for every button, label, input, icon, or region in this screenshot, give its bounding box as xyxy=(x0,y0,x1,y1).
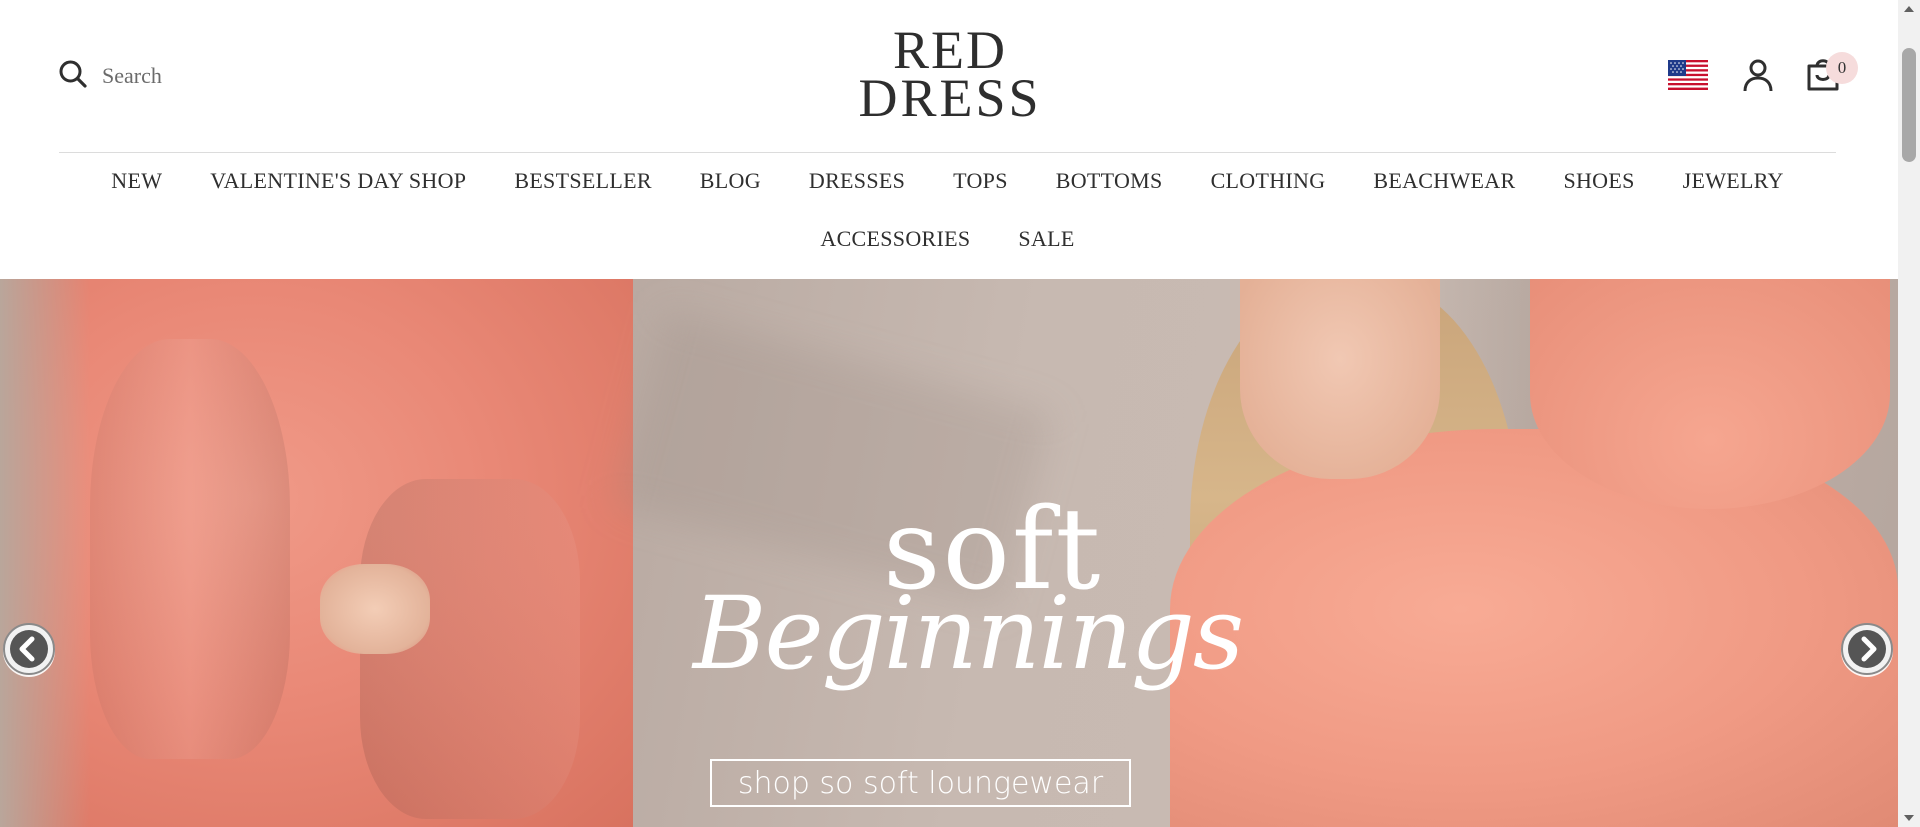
nav-item-beachwear[interactable]: BEACHWEAR xyxy=(1349,168,1539,194)
logo-line-1: RED xyxy=(893,20,1007,80)
nav-item-new[interactable]: NEW xyxy=(87,168,186,194)
logo-line-2: DRESS xyxy=(858,68,1042,128)
hero-image-left xyxy=(0,279,633,827)
main-nav: NEW VALENTINE'S DAY SHOP BESTSELLER BLOG… xyxy=(59,152,1836,268)
search-icon[interactable] xyxy=(58,59,88,94)
nav-item-clothing[interactable]: CLOTHING xyxy=(1187,168,1350,194)
nav-item-jewelry[interactable]: JEWELRY xyxy=(1659,168,1808,194)
hero-model-arm xyxy=(1530,279,1890,509)
nav-item-dresses[interactable]: DRESSES xyxy=(785,168,929,194)
nav-row-1: NEW VALENTINE'S DAY SHOP BESTSELLER BLOG… xyxy=(59,152,1836,210)
page-scrollbar[interactable] xyxy=(1898,0,1920,827)
chevron-right-icon xyxy=(1841,622,1893,680)
nav-item-sale[interactable]: SALE xyxy=(994,226,1098,252)
carousel-prev-button[interactable] xyxy=(3,622,55,680)
hero-banner[interactable]: soft Beginnings shop so soft loungewear xyxy=(0,279,1898,827)
nav-item-bottoms[interactable]: BOTTOMS xyxy=(1032,168,1187,194)
scroll-up-arrow-icon[interactable] xyxy=(1898,0,1920,18)
cart-count-badge: 0 xyxy=(1826,52,1858,84)
hero-text-overlay: soft Beginnings shop so soft loungewear xyxy=(633,279,1244,827)
nav-item-accessories[interactable]: ACCESSORIES xyxy=(796,226,994,252)
scrollbar-thumb[interactable] xyxy=(1902,48,1916,162)
scroll-down-arrow-icon[interactable] xyxy=(1898,809,1920,827)
nav-item-tops[interactable]: TOPS xyxy=(929,168,1032,194)
nav-item-valentines-day-shop[interactable]: VALENTINE'S DAY SHOP xyxy=(186,168,490,194)
carousel-next-button[interactable] xyxy=(1841,622,1893,680)
search-bar[interactable]: Search xyxy=(58,58,162,94)
nav-item-shoes[interactable]: SHOES xyxy=(1539,168,1658,194)
search-input[interactable]: Search xyxy=(102,63,162,89)
hero-model-face xyxy=(1240,279,1440,479)
shop-loungewear-button[interactable]: shop so soft loungewear xyxy=(710,759,1131,807)
chevron-left-icon xyxy=(3,622,55,680)
hero-headline-beginnings: Beginnings xyxy=(693,575,1244,692)
account-icon[interactable] xyxy=(1742,58,1774,92)
nav-row-2: ACCESSORIES SALE xyxy=(59,210,1836,268)
us-flag-icon[interactable] xyxy=(1668,60,1708,90)
site-header: Search RED DRESS 0 NEW VALENTINE'S DAY S… xyxy=(0,0,1898,279)
nav-item-blog[interactable]: BLOG xyxy=(676,168,785,194)
nav-item-bestseller[interactable]: BESTSELLER xyxy=(490,168,675,194)
site-logo[interactable]: RED DRESS xyxy=(850,20,1050,128)
